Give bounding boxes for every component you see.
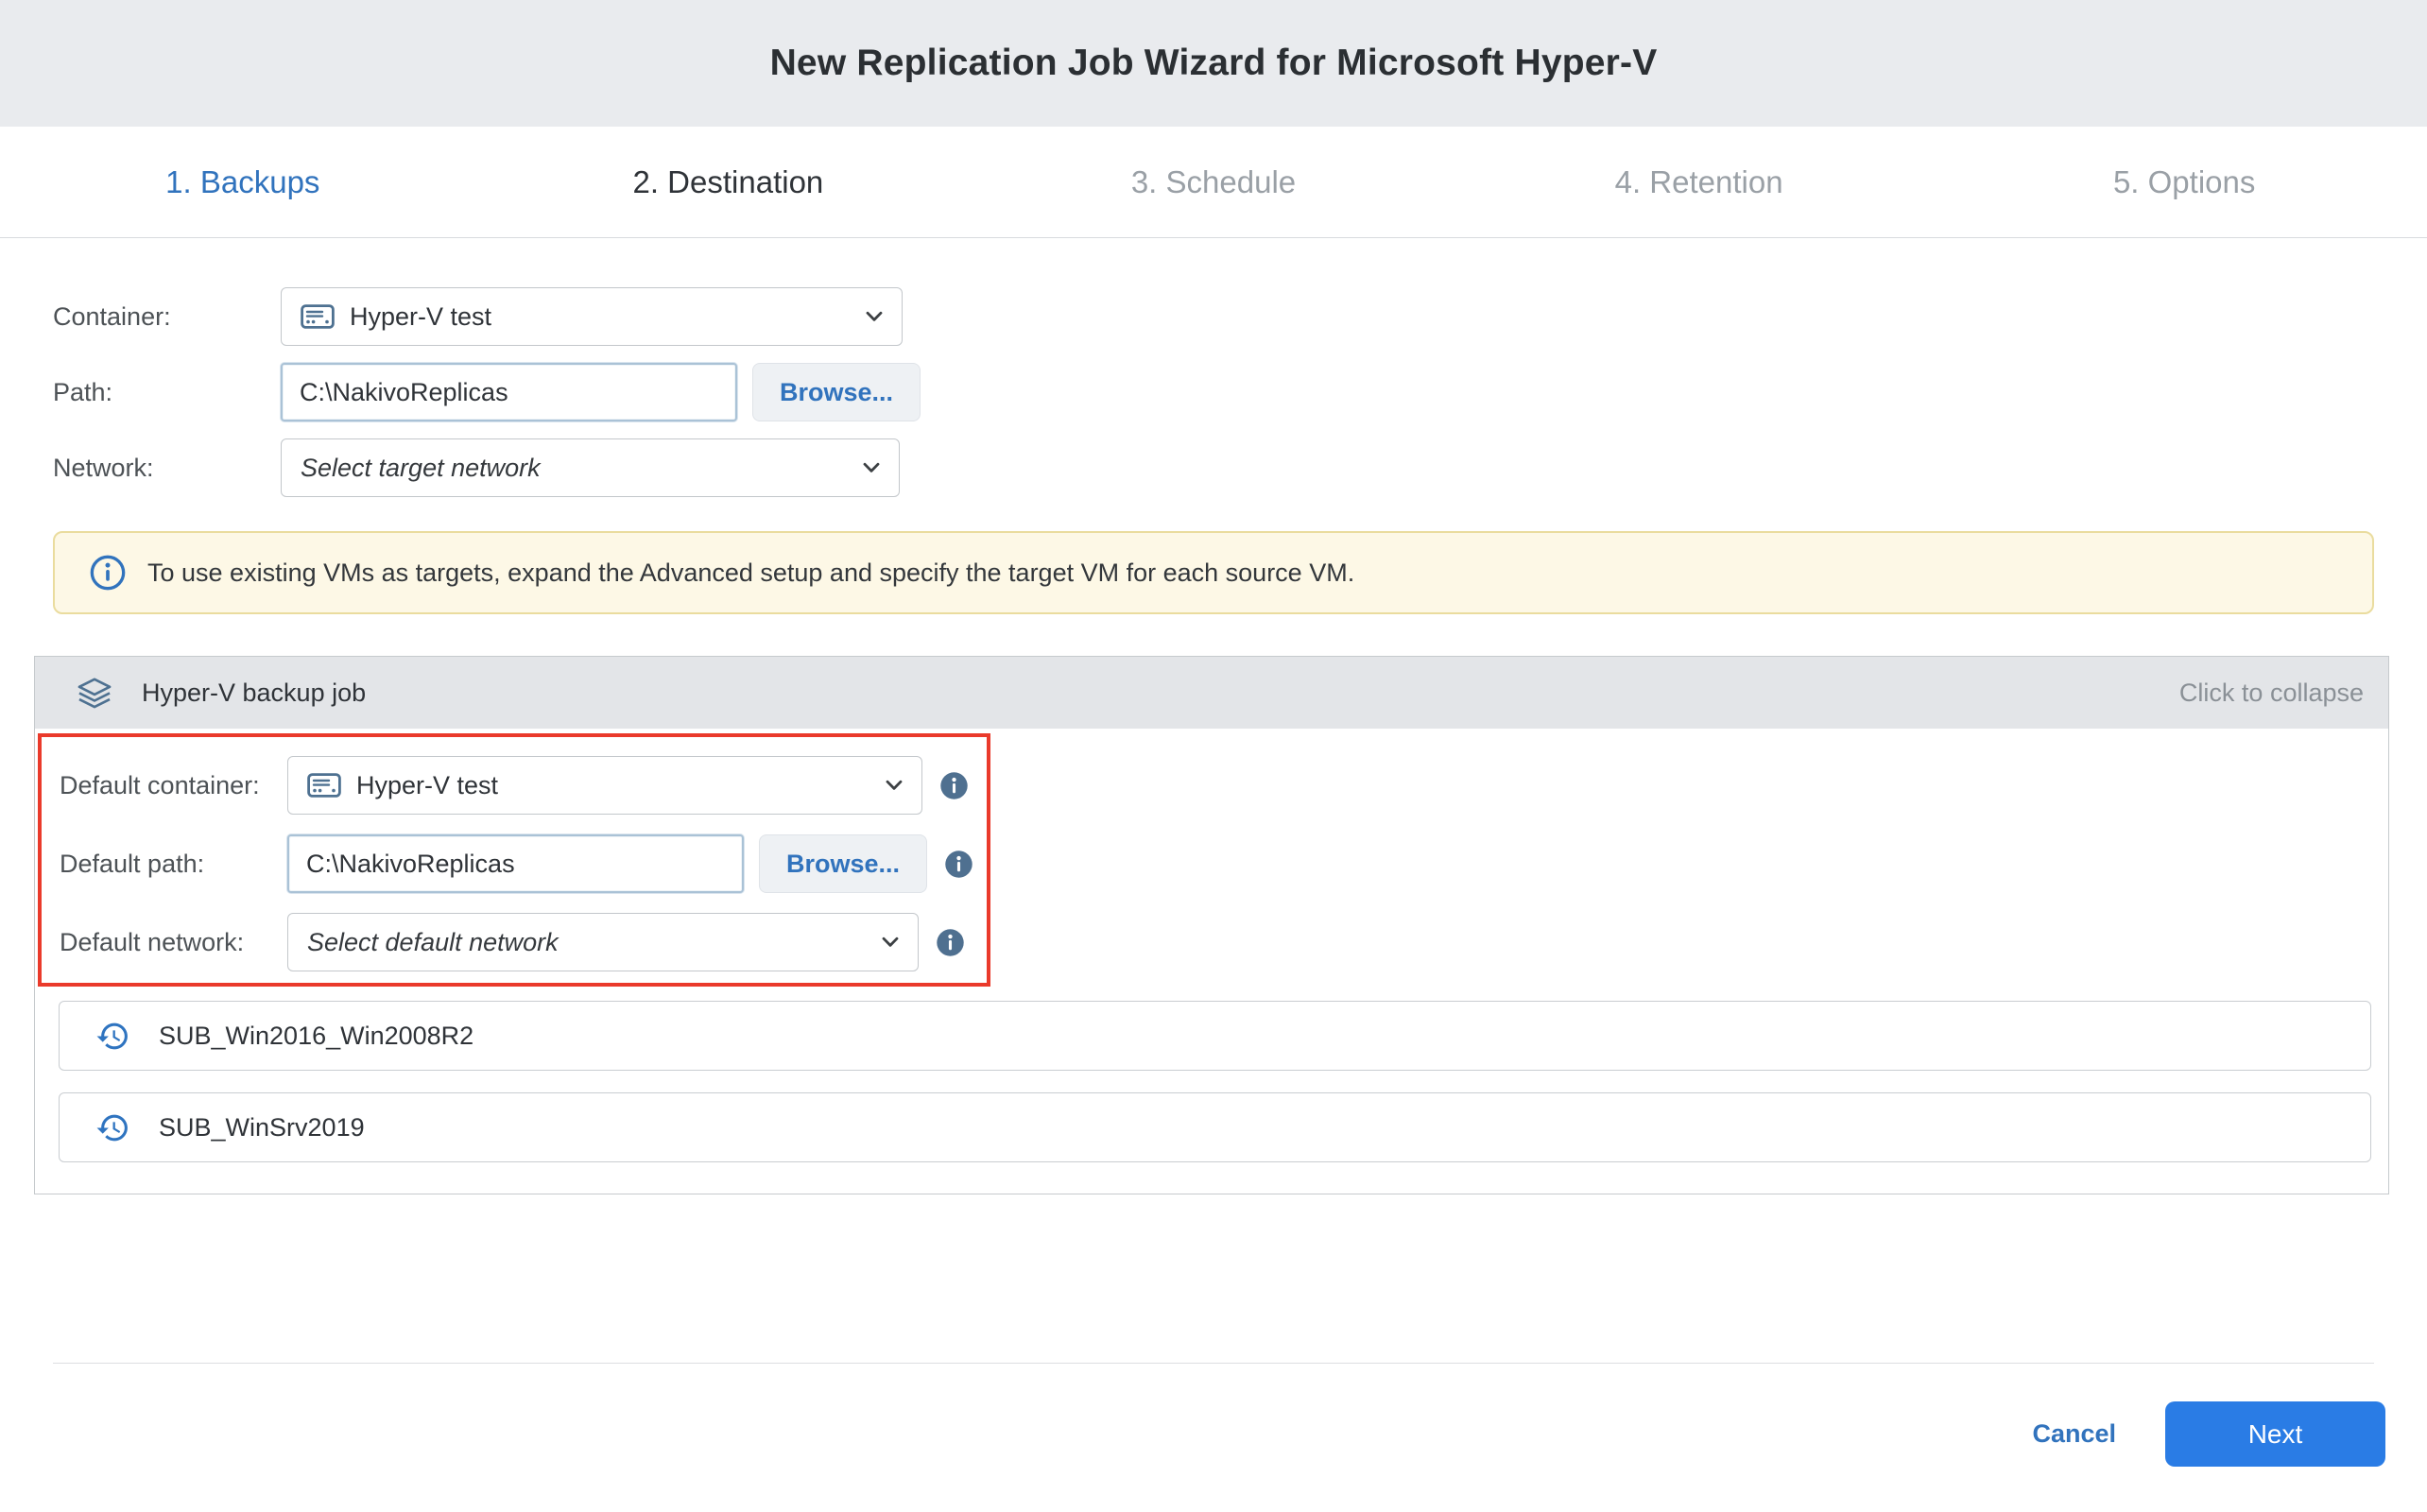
- network-select[interactable]: Select target network: [281, 438, 900, 497]
- footer-actions: Cancel Next: [0, 1364, 2427, 1467]
- page-title: New Replication Job Wizard for Microsoft…: [770, 43, 1658, 84]
- collapse-hint: Click to collapse: [2179, 679, 2364, 708]
- destination-form: Container: Hyper-V test Path: Browse... …: [53, 287, 2374, 497]
- default-network-row: Default network: Select default network: [60, 913, 973, 971]
- defaults-highlight-box: Default container: Hyper-V test Default …: [38, 733, 990, 987]
- job-panel-title: Hyper-V backup job: [142, 679, 366, 708]
- step-tab-destination[interactable]: 2. Destination: [486, 127, 972, 237]
- chevron-down-icon: [882, 936, 899, 948]
- chevron-down-icon: [863, 462, 880, 473]
- chevron-down-icon: [886, 780, 903, 791]
- wizard-content: Container: Hyper-V test Path: Browse... …: [0, 287, 2427, 614]
- step-tab-schedule[interactable]: 3. Schedule: [971, 127, 1456, 237]
- wizard-footer: Cancel Next: [0, 1363, 2427, 1467]
- job-panel-header[interactable]: Hyper-V backup job Click to collapse: [35, 657, 2388, 729]
- default-network-select-placeholder: Select default network: [307, 928, 559, 957]
- default-container-select-value: Hyper-V test: [356, 771, 498, 800]
- subjob-row[interactable]: SUB_Win2016_Win2008R2: [59, 1001, 2371, 1071]
- default-path-label: Default path:: [60, 850, 287, 879]
- browse-button[interactable]: Browse...: [752, 363, 921, 421]
- default-path-info-icon[interactable]: [944, 850, 973, 879]
- default-container-info-icon[interactable]: [939, 771, 969, 800]
- network-label: Network:: [53, 454, 281, 483]
- default-container-label: Default container:: [60, 771, 287, 800]
- path-input[interactable]: [281, 363, 737, 421]
- step-tab-backups[interactable]: 1. Backups: [0, 127, 486, 237]
- chevron-down-icon: [866, 311, 883, 322]
- default-browse-button[interactable]: Browse...: [759, 834, 927, 893]
- layers-icon: [76, 677, 113, 709]
- network-row: Network: Select target network: [53, 438, 2374, 497]
- default-path-row: Default path: Browse...: [60, 834, 973, 893]
- next-button[interactable]: Next: [2165, 1401, 2385, 1467]
- wizard-page: New Replication Job Wizard for Microsoft…: [0, 0, 2427, 1467]
- restore-point-icon: [95, 1110, 130, 1145]
- container-select[interactable]: Hyper-V test: [281, 287, 903, 346]
- restore-point-icon: [95, 1019, 130, 1054]
- job-panel-body: Default container: Hyper-V test Default …: [35, 729, 2388, 1194]
- info-banner: To use existing VMs as targets, expand t…: [53, 531, 2374, 614]
- container-label: Container:: [53, 302, 281, 332]
- wizard-header: New Replication Job Wizard for Microsoft…: [0, 0, 2427, 127]
- subjob-row[interactable]: SUB_WinSrv2019: [59, 1092, 2371, 1162]
- datastore-icon: [307, 772, 341, 799]
- wizard-steps: 1. Backups 2. Destination 3. Schedule 4.…: [0, 127, 2427, 238]
- job-panel: Hyper-V backup job Click to collapse Def…: [34, 656, 2389, 1194]
- path-label: Path:: [53, 378, 281, 407]
- path-row: Path: Browse...: [53, 363, 2374, 421]
- default-container-select[interactable]: Hyper-V test: [287, 756, 922, 815]
- default-network-label: Default network:: [60, 928, 287, 957]
- subjob-name: SUB_WinSrv2019: [159, 1113, 365, 1143]
- step-tab-options[interactable]: 5. Options: [1941, 127, 2427, 237]
- default-network-select[interactable]: Select default network: [287, 913, 919, 971]
- default-container-row: Default container: Hyper-V test: [60, 756, 973, 815]
- info-icon: [89, 554, 127, 592]
- subjob-name: SUB_Win2016_Win2008R2: [159, 1022, 473, 1051]
- network-select-placeholder: Select target network: [301, 454, 541, 483]
- cancel-button[interactable]: Cancel: [2032, 1419, 2116, 1449]
- default-path-input[interactable]: [287, 834, 744, 893]
- default-network-info-icon[interactable]: [936, 928, 965, 957]
- datastore-icon: [301, 303, 335, 330]
- info-banner-text: To use existing VMs as targets, expand t…: [147, 558, 1354, 588]
- container-select-value: Hyper-V test: [350, 302, 491, 332]
- step-tab-retention[interactable]: 4. Retention: [1456, 127, 1942, 237]
- container-row: Container: Hyper-V test: [53, 287, 2374, 346]
